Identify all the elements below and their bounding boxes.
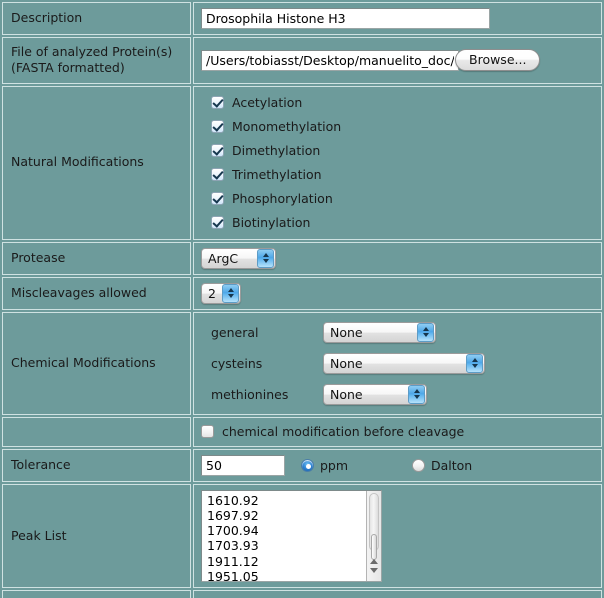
output-format-label: Output Format: [2, 589, 191, 598]
row-description: Description: [2, 2, 602, 35]
peak-list-cell: 1610.92 1697.92 1700.94 1703.93 1911.12 …: [193, 483, 602, 588]
miscleavages-label: Miscleavages allowed: [2, 276, 191, 310]
scrollbar-track[interactable]: [369, 492, 379, 560]
miscleavages-field-cell: 2: [193, 276, 602, 310]
protease-label: Protease: [2, 241, 191, 275]
file-field-cell: Browse...: [193, 37, 602, 84]
protein-analysis-form: Description File of analyzed Protein(s) …: [0, 0, 604, 598]
checkbox-row-trimethylation[interactable]: Trimethylation: [201, 163, 601, 187]
chevron-updown-icon[interactable]: [222, 283, 239, 303]
checkbox-label-phosphorylation: Phosphorylation: [232, 190, 333, 206]
checkbox-row-dimethylation[interactable]: Dimethylation: [201, 139, 601, 163]
checkbox-label-biotinylation: Biotinylation: [232, 214, 311, 230]
scrollbar-arrows[interactable]: [367, 552, 381, 580]
row-protease: Protease ArgC: [2, 241, 602, 275]
chevron-updown-icon[interactable]: [408, 384, 425, 404]
file-label: File of analyzed Protein(s) (FASTA forma…: [2, 37, 191, 84]
row-chem-before-cleavage: chemical modification before cleavage: [2, 416, 602, 447]
protease-select[interactable]: ArgC: [201, 247, 276, 269]
checkbox-biotinylation-icon[interactable]: [211, 215, 224, 229]
checkbox-phosphorylation-icon[interactable]: [211, 191, 224, 205]
protease-field-cell: ArgC: [193, 241, 602, 275]
row-miscleavages: Miscleavages allowed 2: [2, 276, 602, 310]
chem-methionines-select[interactable]: None: [323, 383, 427, 405]
checkbox-trimethylation-icon[interactable]: [211, 167, 224, 181]
radio-option-dalton[interactable]: Dalton: [411, 457, 473, 473]
chem-cysteins-selected-value: None: [330, 355, 363, 371]
radio-label-dalton: Dalton: [430, 457, 473, 473]
chem-cysteins-select[interactable]: None: [323, 352, 485, 374]
row-peak-list: Peak List 1610.92 1697.92 1700.94 1703.9…: [2, 483, 602, 588]
tolerance-label: Tolerance: [2, 448, 191, 482]
scroll-up-arrow-icon[interactable]: [370, 558, 378, 564]
file-label-line2: (FASTA formatted): [11, 60, 125, 76]
row-output-format: Output Format HTML Text XLS: [2, 589, 602, 598]
checkbox-row-biotinylation[interactable]: Biotinylation: [201, 211, 601, 235]
checkbox-label-trimethylation: Trimethylation: [232, 166, 322, 182]
radio-ppm-icon[interactable]: [300, 458, 314, 472]
checkbox-dimethylation-icon[interactable]: [211, 143, 224, 157]
radio-option-ppm[interactable]: ppm: [300, 457, 352, 473]
checkbox-row-monomethylation[interactable]: Monomethylation: [201, 115, 601, 139]
checkbox-acetylation-icon[interactable]: [211, 95, 224, 109]
tolerance-input[interactable]: [201, 454, 285, 476]
checkbox-row-acetylation[interactable]: Acetylation: [201, 91, 601, 115]
chemical-modifications-cell: general None cysteins None methionines N…: [193, 311, 602, 415]
peak-list-value: 1610.92 1697.92 1700.94 1703.93 1911.12 …: [207, 492, 259, 582]
file-label-line1: File of analyzed Protein(s): [11, 44, 173, 59]
scroll-down-arrow-icon[interactable]: [370, 567, 378, 573]
row-file: File of analyzed Protein(s) (FASTA forma…: [2, 37, 602, 84]
description-input[interactable]: [201, 8, 490, 29]
tolerance-cell: ppm Dalton: [193, 448, 602, 482]
checkbox-label-chem-before-cleavage: chemical modification before cleavage: [222, 424, 465, 440]
chem-line-methionines: methionines None: [201, 379, 601, 410]
radio-dalton-icon[interactable]: [411, 458, 425, 472]
natural-modifications-cell: Acetylation Monomethylation Dimethylatio…: [193, 85, 602, 240]
radio-label-ppm: ppm: [319, 457, 349, 473]
chem-cysteins-label: cysteins: [211, 355, 263, 371]
checkbox-row-phosphorylation[interactable]: Phosphorylation: [201, 187, 601, 211]
miscleavages-select[interactable]: 2: [201, 282, 241, 304]
chem-line-cysteins: cysteins None: [201, 348, 601, 379]
checkbox-label-acetylation: Acetylation: [232, 94, 303, 110]
chevron-updown-icon[interactable]: [257, 248, 274, 268]
chem-line-general: general None: [201, 317, 601, 348]
file-path-input[interactable]: [201, 49, 459, 71]
checkbox-chem-before-cleavage-icon[interactable]: [201, 425, 214, 439]
peak-list-label: Peak List: [2, 483, 191, 588]
natural-modifications-label: Natural Modifications: [2, 85, 191, 240]
checkbox-monomethylation-icon[interactable]: [211, 119, 224, 133]
peak-list-textarea[interactable]: 1610.92 1697.92 1700.94 1703.93 1911.12 …: [201, 489, 382, 582]
protease-selected-value: ArgC: [208, 250, 239, 266]
chevron-updown-icon[interactable]: [466, 353, 483, 373]
description-field-cell: [193, 2, 602, 35]
output-format-cell: HTML Text XLS: [193, 589, 602, 598]
row-chemical-modifications: Chemical Modifications general None cyst…: [2, 311, 602, 415]
miscleavages-selected-value: 2: [208, 285, 216, 301]
chem-general-select[interactable]: None: [323, 321, 436, 343]
checkbox-label-monomethylation: Monomethylation: [232, 118, 342, 134]
row-tolerance: Tolerance ppm Dalton: [2, 448, 602, 482]
chem-methionines-selected-value: None: [330, 386, 363, 402]
chem-general-label: general: [211, 324, 259, 340]
chem-before-cleavage-cell: chemical modification before cleavage: [193, 416, 602, 447]
chevron-updown-icon[interactable]: [417, 322, 434, 342]
chemical-modifications-label: Chemical Modifications: [2, 311, 191, 415]
checkbox-label-dimethylation: Dimethylation: [232, 142, 321, 158]
description-label: Description: [2, 2, 191, 35]
chem-methionines-label: methionines: [211, 386, 289, 402]
browse-button[interactable]: Browse...: [455, 49, 541, 72]
chem-general-selected-value: None: [330, 324, 363, 340]
peak-list-scrollbar[interactable]: [366, 490, 381, 581]
row-natural-modifications: Natural Modifications Acetylation Monome…: [2, 85, 602, 240]
chem-before-cleavage-empty-label: [2, 416, 191, 447]
